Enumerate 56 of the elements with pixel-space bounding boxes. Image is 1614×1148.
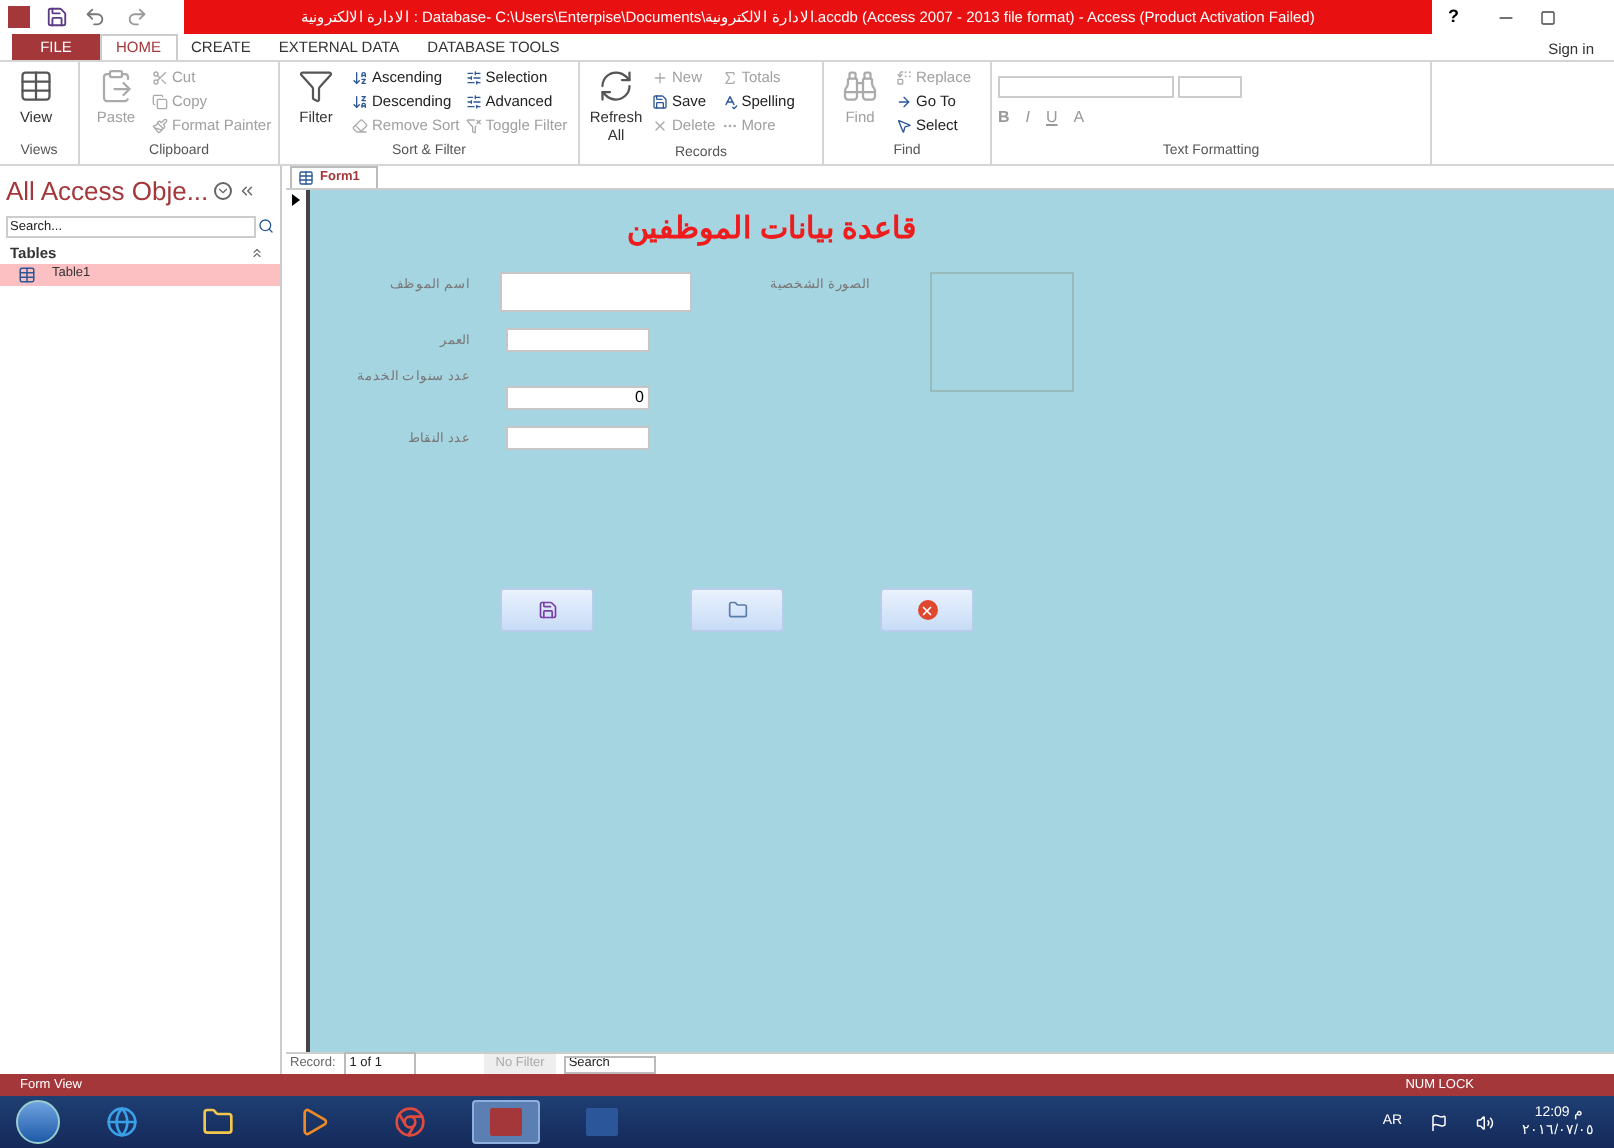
- access-app-icon: [490, 1108, 522, 1136]
- form-title: قاعدة بيانات الموظفين: [625, 210, 916, 250]
- help-button[interactable]: ?: [1448, 3, 1459, 31]
- save-icon: [46, 6, 68, 28]
- folder-icon: [727, 600, 747, 620]
- text-field[interactable]: [500, 272, 692, 312]
- undo-icon: [84, 6, 106, 28]
- form-button[interactable]: [500, 588, 594, 632]
- ribbon-icon: [842, 68, 878, 104]
- font-name-dropdown[interactable]: [998, 76, 1174, 98]
- ribbon-small-icon: [152, 118, 168, 134]
- restore-icon: [1539, 9, 1555, 25]
- ribbon-icon: [18, 68, 54, 104]
- ribbon-small-icon: [152, 94, 168, 110]
- ribbon-small-icon: [896, 94, 912, 110]
- ribbon-small-icon: [352, 118, 368, 134]
- ribbon-small-icon: [652, 70, 668, 86]
- ribbon-small-icon: [896, 70, 912, 86]
- search-icon: [258, 218, 274, 234]
- ribbon-small-icon: [721, 94, 738, 110]
- collapse-icon: [238, 182, 257, 201]
- play-icon: [298, 1106, 330, 1138]
- ribbon-small-icon: [721, 70, 738, 86]
- text-field[interactable]: 0: [506, 386, 650, 410]
- ribbon-small-icon: [465, 94, 482, 110]
- ribbon-small-icon: [465, 118, 482, 134]
- ribbon-small-icon: [465, 70, 482, 86]
- folder-icon: [202, 1106, 234, 1138]
- font-size-dropdown[interactable]: [1178, 76, 1242, 98]
- ribbon-small-icon: [652, 118, 668, 134]
- ribbon-icon: [598, 68, 634, 104]
- ribbon-small-icon: [652, 94, 668, 110]
- form-button[interactable]: [880, 588, 974, 632]
- access-logo-icon: [8, 6, 30, 28]
- ribbon-small-icon: [352, 94, 368, 110]
- ribbon-icon: [98, 68, 134, 104]
- save-icon: [537, 600, 557, 620]
- ribbon-small-icon: [896, 118, 912, 134]
- ribbon-icon: [298, 68, 334, 104]
- current-record-icon: [292, 194, 300, 206]
- start-button[interactable]: [16, 1100, 60, 1144]
- dropdown-icon: [214, 182, 233, 201]
- redo-icon: [126, 6, 148, 28]
- word-app-icon: [586, 1108, 618, 1136]
- nav-pane-title: All Access Obje...: [6, 174, 209, 210]
- text-field[interactable]: [506, 426, 650, 450]
- form-icon: [298, 170, 314, 186]
- close-icon: [917, 600, 937, 620]
- collapse-group-icon: [250, 245, 264, 260]
- table-icon: [18, 265, 36, 284]
- flag-icon: [1430, 1113, 1449, 1131]
- volume-icon: [1476, 1113, 1495, 1131]
- text-field[interactable]: [506, 328, 650, 352]
- ribbon-small-icon: [352, 70, 368, 86]
- image-frame: [930, 272, 1074, 392]
- ribbon-small-icon: [152, 70, 168, 86]
